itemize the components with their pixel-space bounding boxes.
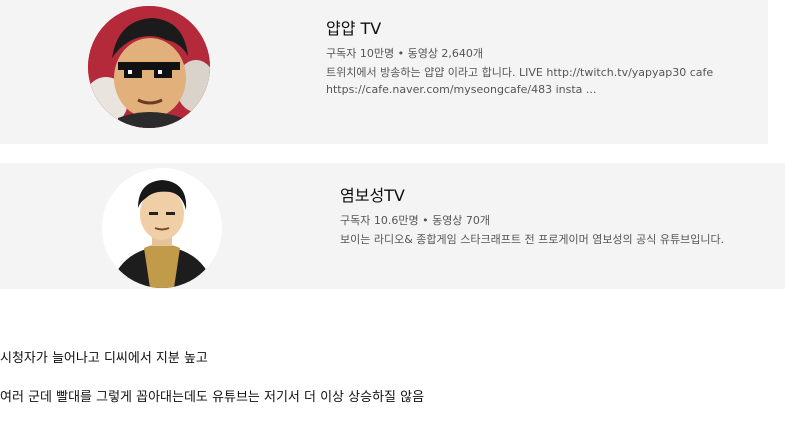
channel-title[interactable]: 얍얍 TV (326, 18, 713, 40)
post-text-line: 여러 군데 빨대를 그렇게 꼽아대는데도 유튜브는 저기서 더 이상 상승하질 … (0, 390, 425, 405)
channel-description-line: 트위치에서 방송하는 얍얍 이라고 합니다. LIVE http://twitc… (326, 66, 714, 79)
channel-title[interactable]: 염보성TV (340, 185, 724, 207)
cartoon-man-jacket-avatar-icon (102, 168, 222, 288)
channel-info: 얍얍 TV 구독자 10만명 • 동영상 2,640개 트위치에서 방송하는 얍… (326, 18, 713, 98)
channel-description-line: https://cafe.naver.com/myseongcafe/483 i… (326, 83, 597, 96)
channel-description-line: 보이는 라디오& 종합게임 스타크래프트 전 프로게이머 염보성의 공식 유튜브… (340, 233, 725, 246)
channel-avatar[interactable] (102, 168, 222, 288)
post-text-line: 시청자가 늘어나고 디씨에서 지분 높고 (0, 351, 208, 366)
cartoon-face-sunglasses-avatar-icon (88, 6, 210, 128)
channel-card-yapyap[interactable]: 얍얍 TV 구독자 10만명 • 동영상 2,640개 트위치에서 방송하는 얍… (0, 0, 768, 144)
channel-card-yeombosung[interactable]: 염보성TV 구독자 10.6만명 • 동영상 70개 보이는 라디오& 종합게임… (0, 163, 785, 289)
channel-meta: 구독자 10만명 • 동영상 2,640개 (326, 47, 484, 60)
channel-avatar[interactable] (88, 6, 210, 128)
channel-info: 염보성TV 구독자 10.6만명 • 동영상 70개 보이는 라디오& 종합게임… (340, 185, 724, 248)
channel-meta: 구독자 10.6만명 • 동영상 70개 (340, 214, 491, 227)
